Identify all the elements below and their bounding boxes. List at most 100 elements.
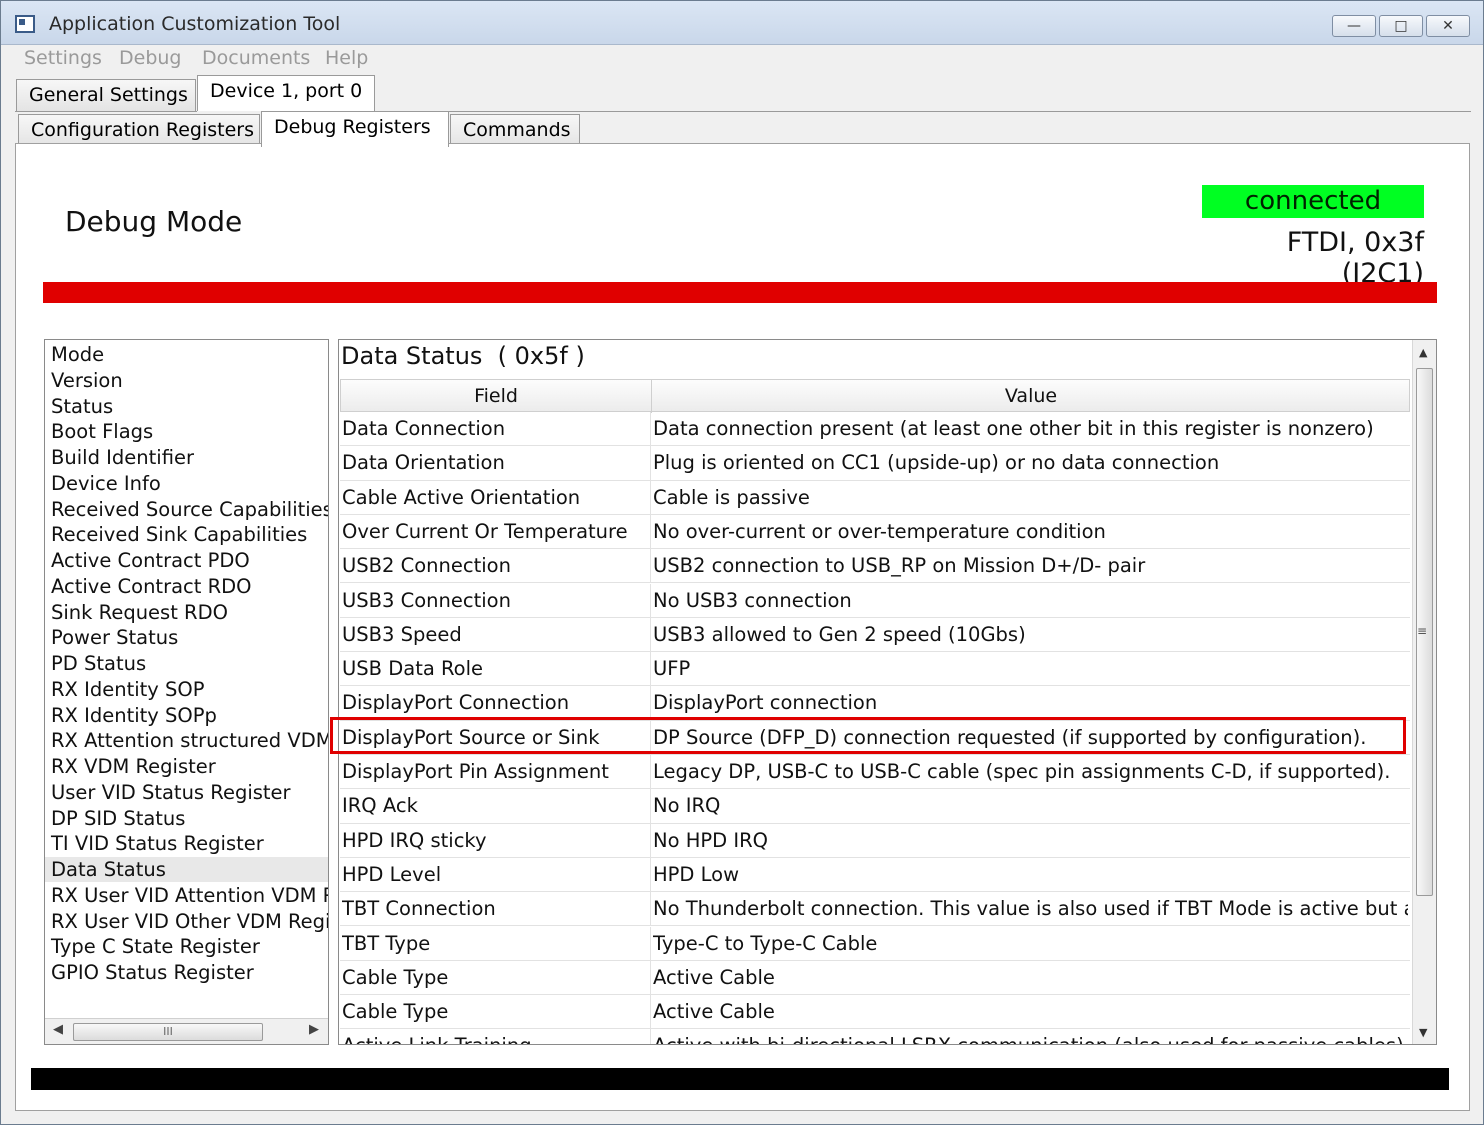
table-row[interactable]: USB3 Speed USB3 allowed to Gen 2 speed (1… xyxy=(340,617,1410,653)
register-list-item[interactable]: Mode xyxy=(51,342,104,367)
register-list-item[interactable]: GPIO Status Register xyxy=(51,960,254,985)
cell-value: No IRQ xyxy=(653,794,721,818)
menu-help[interactable]: Help xyxy=(325,47,368,69)
cell-value: Active with bi-directional LSRX communic… xyxy=(653,1034,1408,1044)
register-list-item[interactable]: Status xyxy=(51,394,113,419)
register-list-item[interactable]: Boot Flags xyxy=(51,419,153,444)
register-list-item[interactable]: Power Status xyxy=(51,625,178,650)
register-list-item[interactable]: Active Contract RDO xyxy=(51,574,252,599)
table-row[interactable]: Active Link Training Active with bi-direc… xyxy=(340,1029,1410,1044)
cell-field: TBT Connection xyxy=(342,897,496,921)
table-row[interactable]: TBT Connection No Thunderbolt connection.… xyxy=(340,892,1410,927)
vscroll-grip-icon: ≡ xyxy=(1417,624,1428,638)
column-separator xyxy=(650,995,651,1029)
cell-field: Cable Type xyxy=(342,965,449,989)
column-separator xyxy=(650,412,651,446)
cell-value: Plug is oriented on CC1 (upside-up) or n… xyxy=(653,451,1220,475)
table-row[interactable]: USB2 Connection USB2 connection to USB_RP… xyxy=(340,549,1410,584)
register-list-item[interactable]: Device Info xyxy=(51,471,161,496)
maximize-button[interactable]: □ xyxy=(1379,15,1423,37)
cell-field: USB3 Speed xyxy=(342,622,462,646)
table-row[interactable]: USB3 Connection No USB3 connection xyxy=(340,583,1410,618)
cell-value: No USB3 connection xyxy=(653,588,852,612)
cell-field: IRQ Ack xyxy=(342,794,418,818)
register-list-item[interactable]: User VID Status Register xyxy=(51,780,291,805)
menu-documents[interactable]: Documents xyxy=(202,47,310,69)
cell-value: Cable is passive xyxy=(653,485,810,509)
register-list-item[interactable]: RX Attention structured VDM xyxy=(51,728,328,753)
menu-debug[interactable]: Debug xyxy=(119,47,181,69)
menu-bar: Settings Debug Documents Help xyxy=(1,45,1483,75)
register-list-item[interactable]: PD Status xyxy=(51,651,146,676)
cell-value: UFP xyxy=(653,657,691,681)
scroll-up-icon[interactable]: ▲ xyxy=(1419,346,1427,359)
register-list-hscrollbar[interactable]: ◀ III ▶ xyxy=(45,1018,328,1044)
app-window: Application Customization Tool — □ ✕ Set… xyxy=(0,0,1484,1125)
table-row[interactable]: IRQ Ack No IRQ xyxy=(340,789,1410,824)
status-bar-red xyxy=(43,282,1437,303)
table-row[interactable]: Data Connection Data connection present (… xyxy=(340,412,1410,447)
tab-device-1-port-0[interactable]: Device 1, port 0 xyxy=(197,75,375,111)
cell-value: No HPD IRQ xyxy=(653,828,769,852)
tab-underline xyxy=(15,111,197,112)
cell-field: USB Data Role xyxy=(342,657,484,681)
table-row[interactable]: Data Orientation Plug is oriented on CC1 … xyxy=(340,446,1410,481)
table-row[interactable]: HPD IRQ sticky No HPD IRQ xyxy=(340,823,1410,858)
detail-vscrollbar[interactable]: ▲ ≡ ▼ xyxy=(1412,340,1436,1044)
tab-configuration-registers[interactable]: Configuration Registers xyxy=(18,114,260,146)
register-list-item[interactable]: Sink Request RDO xyxy=(51,600,228,625)
cell-field: DisplayPort Pin Assignment xyxy=(342,760,609,783)
table-row[interactable]: TBT Type Type-C to Type-C Cable xyxy=(340,926,1410,961)
menu-settings[interactable]: Settings xyxy=(24,47,102,69)
title-bar: Application Customization Tool — □ ✕ xyxy=(1,1,1483,45)
table-row[interactable]: DisplayPort Pin Assignment Legacy DP, USB… xyxy=(340,755,1410,790)
table-row[interactable]: DisplayPort Connection DisplayPort connec… xyxy=(340,686,1410,721)
register-list-item[interactable]: Version xyxy=(51,368,123,393)
register-list-item[interactable]: RX User VID Attention VDM Re xyxy=(51,883,328,908)
table-row[interactable]: Over Current Or Temperature No over-curre… xyxy=(340,514,1410,550)
table-row[interactable]: Cable Type Active Cable xyxy=(340,960,1410,996)
register-list-item[interactable]: Build Identifier xyxy=(51,445,194,470)
cell-field: USB2 Connection xyxy=(342,554,511,578)
table-row[interactable]: USB Data Role UFP xyxy=(340,652,1410,687)
register-list-item[interactable]: Received Sink Capabilities xyxy=(51,522,307,547)
scroll-down-icon[interactable]: ▼ xyxy=(1419,1026,1427,1039)
column-separator xyxy=(650,652,651,686)
column-separator xyxy=(650,857,651,892)
device-address: FTDI, 0x3f (I2C1) xyxy=(1286,227,1424,289)
table-row[interactable]: Cable Type Active Cable xyxy=(340,995,1410,1030)
minimize-button[interactable]: — xyxy=(1332,15,1376,37)
column-separator xyxy=(650,583,651,617)
register-list-item[interactable]: DP SID Status xyxy=(51,806,185,831)
column-separator xyxy=(650,480,651,514)
column-separator xyxy=(650,926,651,960)
hscroll-thumb[interactable]: III xyxy=(73,1023,263,1041)
scroll-right-icon[interactable]: ▶ xyxy=(309,1022,319,1037)
window-title: Application Customization Tool xyxy=(49,13,341,35)
cell-value: Active Cable xyxy=(653,1000,775,1024)
cell-value: Active Cable xyxy=(653,965,775,989)
close-button[interactable]: ✕ xyxy=(1426,15,1470,37)
tab-general-settings[interactable]: General Settings xyxy=(16,79,196,111)
table-row[interactable]: Cable Active Orientation Cable is passive xyxy=(340,480,1410,515)
register-list-item[interactable]: Data Status xyxy=(45,857,328,882)
register-list[interactable]: Mode Version Status Boot Flags Build Identif… xyxy=(44,339,329,1045)
cell-value: No Thunderbolt connection. This value is… xyxy=(653,897,1408,921)
register-list-item[interactable]: RX VDM Register xyxy=(51,754,216,779)
cell-field: HPD IRQ sticky xyxy=(342,828,487,852)
register-list-item[interactable]: Type C State Register xyxy=(51,934,260,959)
tab-underline xyxy=(375,111,1471,112)
register-list-item[interactable]: Active Contract PDO xyxy=(51,548,250,573)
table-row[interactable]: HPD Level HPD Low xyxy=(340,857,1410,893)
column-header-field[interactable]: Field xyxy=(341,385,651,407)
register-list-item[interactable]: RX Identity SOP xyxy=(51,677,205,702)
column-header-value[interactable]: Value xyxy=(652,385,1410,407)
register-list-item[interactable]: TI VID Status Register xyxy=(51,831,264,856)
register-list-item[interactable]: RX Identity SOPp xyxy=(51,703,217,728)
register-list-item[interactable]: RX User VID Other VDM Regist xyxy=(51,909,328,934)
register-list-item[interactable]: Received Source Capabilities xyxy=(51,497,328,522)
tab-debug-registers[interactable]: Debug Registers xyxy=(261,111,449,147)
tab-commands[interactable]: Commands xyxy=(450,114,580,146)
scroll-left-icon[interactable]: ◀ xyxy=(53,1022,63,1037)
cell-value: HPD Low xyxy=(653,862,740,886)
